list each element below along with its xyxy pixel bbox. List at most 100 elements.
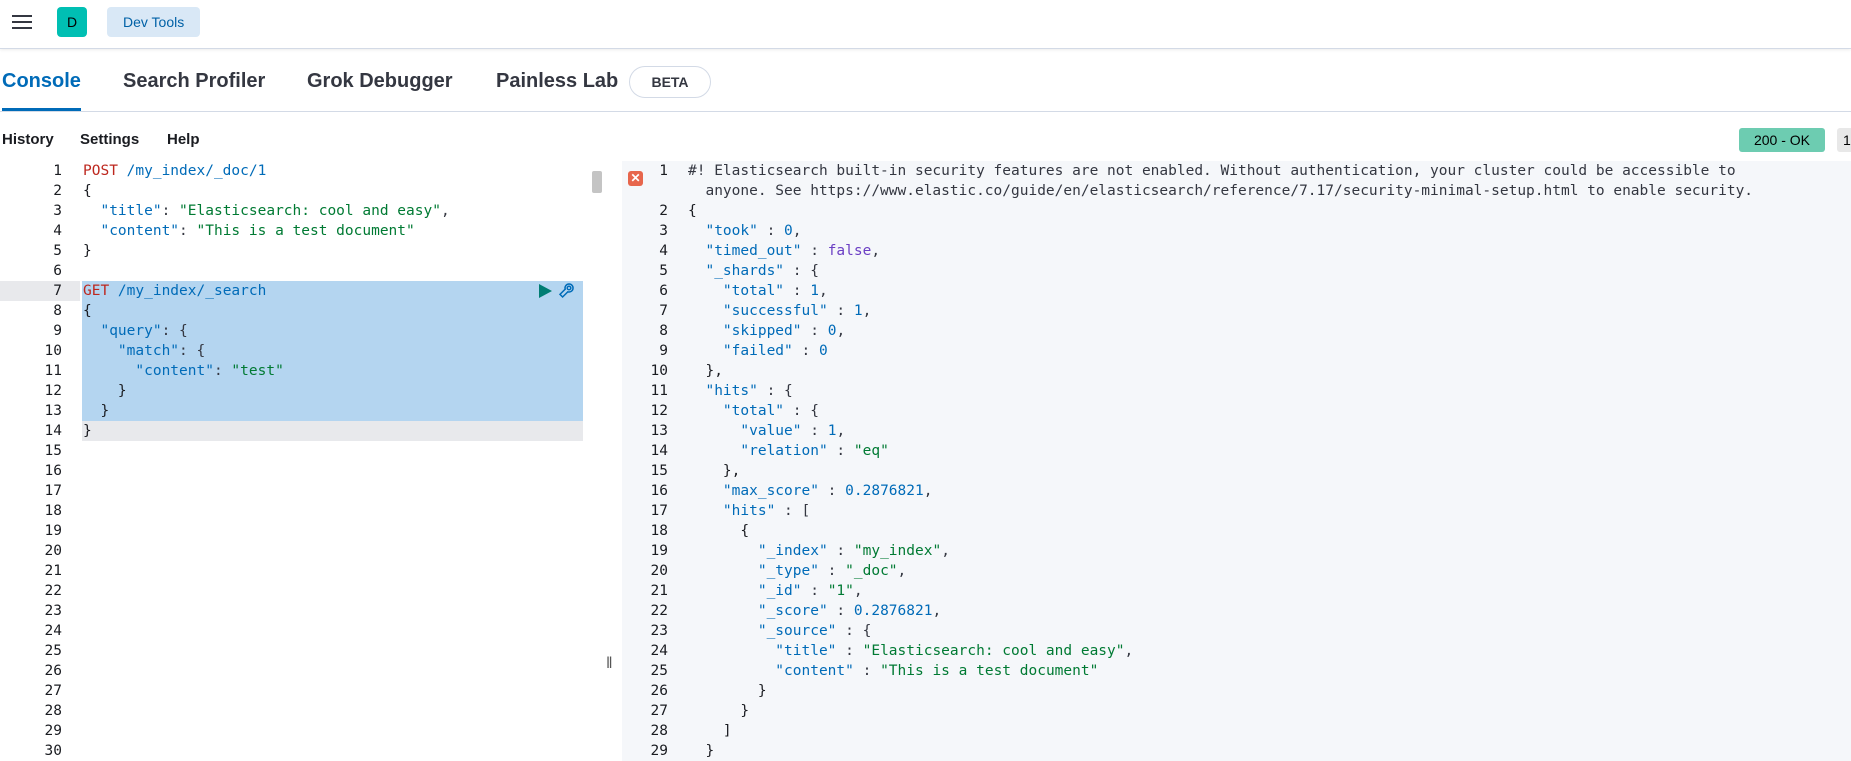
space-avatar[interactable]: D [57,7,87,37]
output-line-number: 5 [659,263,668,279]
output-line-number: 2 [659,203,668,219]
editor-line-number: 13 [44,403,62,419]
output-line: }, [688,463,741,479]
tab-search-profiler[interactable]: Search Profiler [123,51,265,111]
output-line-number: 10 [650,363,668,379]
editor-line-number: 27 [44,683,62,699]
tab-grok-debugger[interactable]: Grok Debugger [307,51,453,111]
output-line-number: 4 [659,243,668,259]
output-line: "timed_out" : false, [688,243,881,259]
output-line: "relation" : "eq" [688,443,889,459]
output-line: }, [688,363,723,379]
output-line: "content" : "This is a test document" [688,663,1099,679]
editor-line[interactable]: { [83,301,92,321]
editor-line-number: 8 [53,303,62,319]
editor-line[interactable]: } [83,401,109,421]
dev-tools-tabs: Console Search Profiler Grok Debugger Pa… [0,51,1851,112]
editor-line-number: 21 [44,563,62,579]
editor-line-number: 18 [44,503,62,519]
wrench-icon[interactable] [558,282,576,300]
editor-line-number: 24 [44,623,62,639]
editor-line[interactable]: POST /my_index/_doc/1 [83,161,266,181]
output-line-number: 22 [650,603,668,619]
editor-line-number: 9 [53,323,62,339]
editor-line-number: 10 [44,343,62,359]
output-line: "value" : 1, [688,423,846,439]
editor-line-number: 1 [53,163,62,179]
output-line-number: 14 [650,443,668,459]
tab-painless-lab[interactable]: Painless Lab [496,51,618,111]
output-line-number: 24 [650,643,668,659]
editor-line-number: 11 [44,363,62,379]
editor-line[interactable]: "match": { [83,341,205,361]
editor-line-number: 12 [44,383,62,399]
request-editor[interactable]: 1 2 3 4 5 6 7 8 9 10 11 12 13 14 15 16 17 18 19 20 21 22 23 24 2… [0,161,620,761]
editor-scrollbar[interactable] [592,171,602,193]
editor-line-number: 4 [53,223,62,239]
editor-line-number: 30 [44,743,62,759]
security-warning-line2: anyone. See https://www.elastic.co/guide… [688,183,1754,199]
editor-line-number: 6 [53,263,62,279]
output-line: "_type" : "_doc", [688,563,907,579]
editor-line[interactable]: } [83,421,92,441]
editor-line-number: 19 [44,523,62,539]
output-line: "successful" : 1, [688,303,872,319]
output-line: "_score" : 0.2876821, [688,603,942,619]
request-time-badge: 1 [1837,128,1851,152]
editor-line[interactable]: "content": "This is a test document" [83,221,414,241]
editor-line[interactable]: { [83,181,92,201]
output-line: "total" : { [688,403,819,419]
output-line-number: 26 [650,683,668,699]
output-line: "title" : "Elasticsearch: cool and easy"… [688,643,1134,659]
run-icon[interactable] [537,283,553,299]
output-line-number: 3 [659,223,668,239]
editor-line-number: 29 [44,723,62,739]
output-line: "skipped" : 0, [688,323,846,339]
help-button[interactable]: Help [167,131,200,148]
output-line: "hits" : [ [688,503,811,519]
editor-line[interactable]: } [83,381,127,401]
output-line-number: 12 [650,403,668,419]
output-line-number: 7 [659,303,668,319]
editor-line[interactable]: GET /my_index/_search [83,281,266,301]
resize-handle[interactable]: ‖ [606,655,616,675]
output-line-number: 13 [650,423,668,439]
output-line-number: 20 [650,563,668,579]
beta-badge: BETA [629,66,711,98]
editor-line-number: 23 [44,603,62,619]
editor-line[interactable]: "content": "test" [83,361,283,381]
output-line-number: 19 [650,543,668,559]
history-button[interactable]: History [2,131,54,148]
editor-line[interactable]: "title": "Elasticsearch: cool and easy", [83,201,449,221]
editor-line-number: 25 [44,643,62,659]
output-line: "_id" : "1", [688,583,863,599]
console-toolbar: History Settings Help [0,112,1851,160]
editor-line-number: 2 [53,183,62,199]
output-line-number [622,181,668,201]
menu-icon[interactable] [8,8,36,36]
tab-console[interactable]: Console [2,51,81,111]
editor-line-number: 20 [44,543,62,559]
editor-line-number: 17 [44,483,62,499]
output-line-number: 9 [659,343,668,359]
output-line: } [688,683,767,699]
output-line-number: 27 [650,703,668,719]
editor-line[interactable]: } [83,241,92,261]
output-line-number: 18 [650,523,668,539]
response-output: ✕ 1 2 3 4 5 6 7 8 9 10 11 12 13 14 15 16 17 18 19 20 21 22 23 2… [622,161,1851,761]
editor-line[interactable]: "query": { [83,321,187,341]
output-line: "took" : 0, [688,223,802,239]
breadcrumb-dev-tools[interactable]: Dev Tools [107,7,201,37]
output-line-number: 29 [650,743,668,759]
top-header: D Dev Tools [0,0,1851,49]
output-line: { [688,203,697,219]
output-line-number: 15 [650,463,668,479]
status-badge: 200 - OK [1739,128,1825,152]
editor-line-number: 15 [44,443,62,459]
settings-button[interactable]: Settings [80,131,139,148]
output-line-number: 21 [650,583,668,599]
editor-line-number: 28 [44,703,62,719]
editor-line-number: 22 [44,583,62,599]
editor-line-number: 14 [44,423,62,439]
output-line-number: 25 [650,663,668,679]
